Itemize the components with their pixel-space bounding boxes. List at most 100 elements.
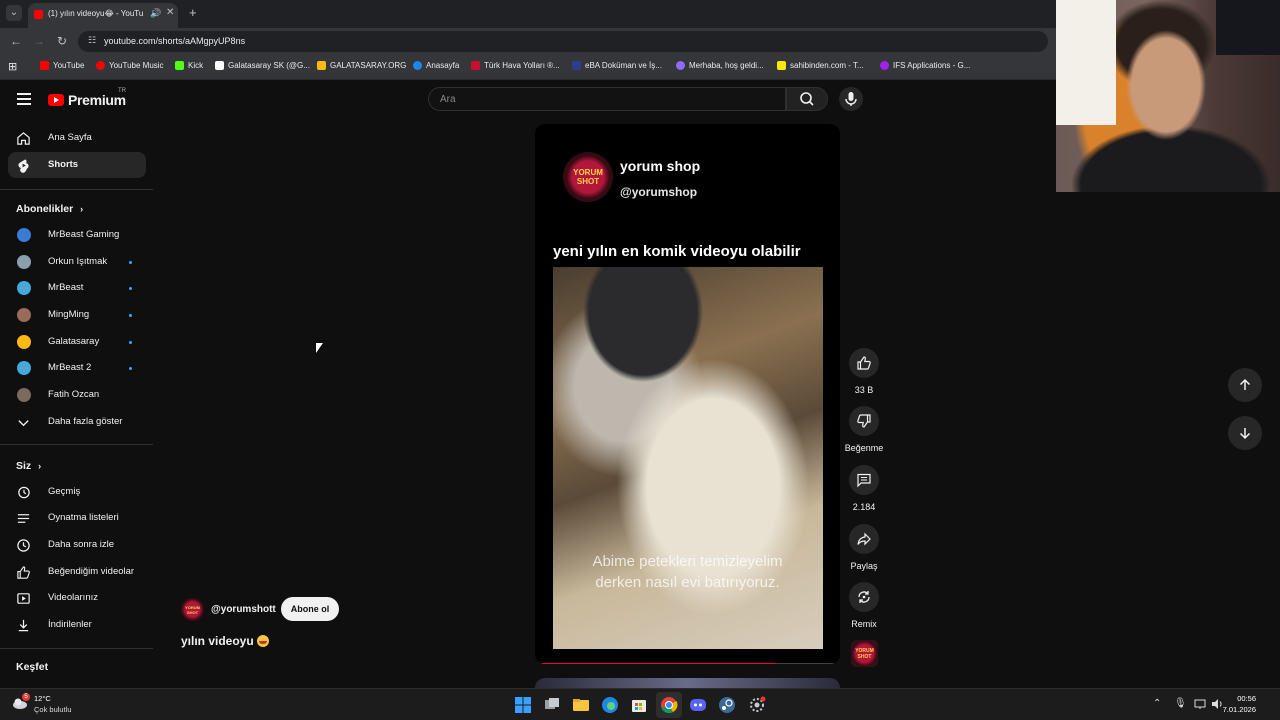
bookmark-item[interactable]: Galatasaray SK (@G... (215, 61, 310, 70)
subscription-label: MrBeast 2 (48, 362, 92, 373)
subscriptions-header[interactable]: Abonelikler › (16, 203, 83, 215)
bookmark-label: Anasayfa (426, 61, 460, 70)
bookmark-label: Merhaba, hoş geldi... (689, 61, 764, 70)
back-icon[interactable]: ← (10, 34, 22, 48)
previous-short-button[interactable] (1228, 368, 1262, 402)
dislike-button[interactable] (849, 406, 879, 436)
apps-grid-icon[interactable]: ⊞ (8, 60, 17, 73)
close-tab-icon[interactable]: ✕ (166, 7, 174, 18)
youtube-favicon-icon (34, 10, 43, 19)
avatar (17, 281, 31, 295)
dislike-label: Beğenme (844, 443, 884, 453)
bookmark-item[interactable]: Türk Hava Yolları ®... (471, 61, 560, 70)
show-more-button[interactable]: Daha fazla göster (8, 409, 146, 435)
mic-tray-icon[interactable]: 🎙 (1174, 698, 1187, 709)
youtube-premium-logo[interactable]: Premium TR (48, 88, 126, 108)
channel-avatar[interactable]: YORUM SHOT (563, 152, 613, 202)
tab-search-dropdown-icon[interactable]: ⌄ (6, 5, 22, 21)
subscription-label: Orkun Işıtmak (48, 256, 108, 267)
your-videos-icon (17, 593, 30, 604)
sidebar-divider (0, 648, 153, 649)
microphone-icon (845, 92, 857, 106)
volume-icon[interactable] (1211, 698, 1223, 710)
steam-icon[interactable] (718, 696, 736, 714)
browser-tab-active[interactable]: (1) yılın videoyu😂 - YouTube 🔊 ✕ (28, 3, 178, 28)
uploader-handle[interactable]: @yorumshott (211, 604, 276, 615)
bookmark-item[interactable]: sahibinden.com - T... (777, 61, 864, 70)
like-button[interactable] (849, 348, 879, 378)
subscription-label: Galatasaray (48, 336, 100, 347)
microsoft-store-icon[interactable] (630, 696, 648, 714)
address-bar[interactable]: ☷ youtube.com/shorts/aAMgpyUP8ns (78, 31, 1048, 52)
subscription-item[interactable]: MrBeast Gaming (8, 222, 146, 248)
subscription-item[interactable]: MingMing (8, 302, 146, 328)
shorts-player[interactable]: YORUM SHOT yorum shop @yorumshop yeni yı… (535, 124, 840, 664)
subscribe-button[interactable]: Abone ol (281, 597, 339, 621)
subscription-item[interactable]: Orkun Işıtmak (8, 249, 146, 275)
bookmark-item[interactable]: GALATASARAY.ORG (317, 61, 406, 70)
share-action[interactable]: Paylaş (849, 524, 879, 571)
sidebar-item-your-videos[interactable]: Videolarınız (8, 585, 146, 611)
shorts-icon (18, 159, 29, 173)
sidebar-item-shorts[interactable]: Shorts (8, 152, 146, 178)
comment-icon (857, 473, 871, 488)
bookmark-item[interactable]: eBA Doküman ve İş... (572, 61, 662, 70)
video-progress-bar[interactable] (540, 663, 835, 664)
download-icon (18, 619, 29, 632)
bookmark-item[interactable]: Anasayfa (413, 61, 459, 70)
new-content-dot (129, 367, 132, 370)
bookmark-item[interactable]: YouTube (40, 61, 84, 70)
search-button[interactable] (786, 87, 828, 111)
subscription-item[interactable]: Galatasaray (8, 329, 146, 355)
sidebar-item-label: Geçmiş (48, 486, 81, 497)
dislike-action[interactable]: Beğenme (845, 406, 883, 453)
forward-icon[interactable]: → (33, 34, 45, 48)
site-info-icon[interactable]: ☷ (88, 35, 96, 46)
hamburger-menu-icon[interactable] (17, 93, 31, 105)
remix-action[interactable]: Remix (849, 582, 879, 629)
sidebar-item-playlists[interactable]: Oynatma listeleri (8, 505, 146, 531)
bookmark-label: Galatasaray SK (@G... (228, 61, 310, 70)
edge-icon[interactable] (601, 696, 619, 714)
sidebar-item-history[interactable]: Geçmiş (8, 479, 146, 505)
reload-icon[interactable]: ↻ (57, 34, 67, 48)
comments-action[interactable]: 2.184 (849, 465, 879, 512)
weather-condition: Çok bulutlu (34, 705, 72, 714)
tray-overflow-icon[interactable]: ⌃ (1153, 698, 1161, 709)
subscription-item[interactable]: MrBeast (8, 275, 146, 301)
share-icon (857, 532, 871, 546)
task-view-icon[interactable] (543, 696, 561, 714)
share-button[interactable] (849, 524, 879, 554)
file-explorer-icon[interactable] (572, 696, 590, 714)
bookmark-item[interactable]: Merhaba, hoş geldi... (676, 61, 764, 70)
bookmark-item[interactable]: IFS Applications - G... (880, 61, 970, 70)
search-input[interactable]: Ara (428, 87, 786, 111)
like-action[interactable]: 33 B (849, 348, 879, 395)
new-tab-icon[interactable]: + (189, 5, 197, 20)
windows-start-icon[interactable] (514, 696, 532, 714)
sidebar-item-home[interactable]: Ana Sayfa (8, 125, 146, 151)
bookmark-item[interactable]: YouTube Music (96, 61, 164, 70)
discord-icon[interactable] (689, 696, 707, 714)
bookmark-item[interactable]: Kick (175, 61, 203, 70)
bookmarks-bar: ⊞ YouTube YouTube Music Kick Galatasaray… (0, 55, 1056, 80)
uploader-avatar[interactable]: YORUM SHOT (181, 598, 204, 621)
remix-icon (858, 591, 870, 603)
subscription-item[interactable]: MrBeast 2 (8, 355, 146, 381)
settings-icon[interactable] (748, 696, 766, 714)
you-header[interactable]: Siz › (16, 460, 41, 472)
logo-text: Premium (68, 92, 126, 108)
sidebar-item-liked[interactable]: Beğendiğim videolar (8, 559, 146, 585)
sidebar-item-downloads[interactable]: İndirilenler (8, 612, 146, 638)
chrome-icon[interactable] (660, 696, 678, 714)
remix-button[interactable] (849, 582, 879, 612)
speaker-icon[interactable]: 🔊 (150, 8, 161, 19)
subscription-item[interactable]: Fatih Ozcan (8, 382, 146, 408)
sidebar-item-watch-later[interactable]: Daha sonra izle (8, 532, 146, 558)
next-short-button[interactable] (1228, 416, 1262, 450)
sound-thumbnail[interactable]: YORUM SHOT (851, 640, 878, 667)
display-tray-icon[interactable] (1194, 698, 1206, 710)
youtube-play-icon (48, 94, 64, 106)
voice-search-button[interactable] (839, 87, 863, 111)
comments-button[interactable] (849, 465, 879, 495)
